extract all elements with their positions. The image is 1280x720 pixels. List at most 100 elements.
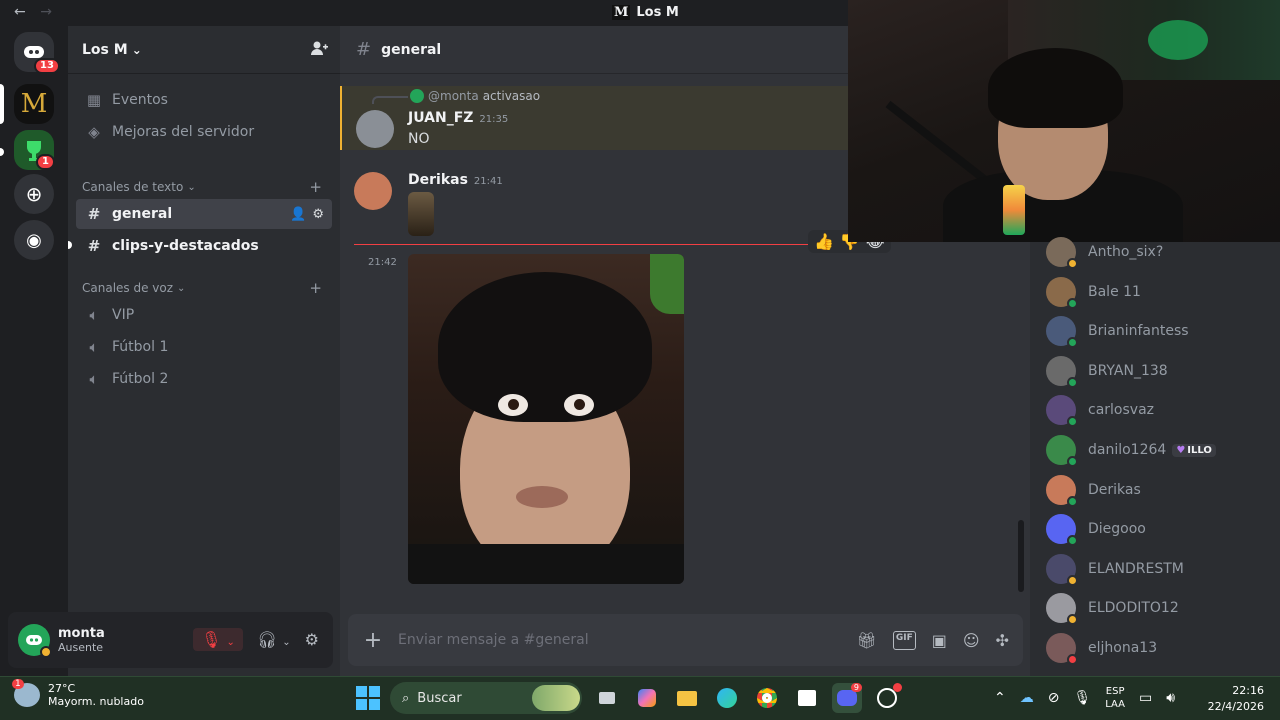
chevron-up-icon[interactable]: ⌃	[994, 690, 1006, 706]
avatar	[1046, 237, 1078, 269]
events-link[interactable]: ▦ Eventos	[76, 85, 332, 115]
invite-people-icon[interactable]	[310, 40, 328, 60]
keyboard-language[interactable]: ESP LAA	[1105, 685, 1125, 711]
member-name: danilo1264	[1088, 442, 1167, 458]
create-channel-plus-icon[interactable]: +	[309, 178, 322, 196]
message-author[interactable]: JUAN_FZ 21:35	[408, 110, 508, 126]
member-tag: ♥ ILLO	[1172, 443, 1216, 457]
task-view-icon[interactable]	[592, 683, 622, 713]
chat-scrollbar[interactable]	[1018, 520, 1024, 592]
weather-widget[interactable]: 1 27°C Mayorm. nublado	[12, 679, 144, 708]
reply-preview[interactable]: @monta activasao	[410, 89, 540, 103]
message-text: NO	[408, 131, 430, 147]
network-off-icon[interactable]: ⊘	[1048, 690, 1060, 706]
reply-text: activasao	[482, 89, 541, 103]
server-name: Los M	[82, 41, 128, 58]
member-item[interactable]: Diegooo	[1046, 511, 1146, 547]
search-label: Buscar	[417, 690, 462, 706]
microsoft-store-icon[interactable]	[792, 683, 822, 713]
user-settings-gear-icon[interactable]: ⚙	[305, 630, 319, 649]
member-name: ELANDRESTM	[1088, 560, 1184, 577]
avatar[interactable]	[354, 172, 392, 210]
member-item[interactable]: eljhona13	[1046, 630, 1157, 666]
notification-badge: 9	[850, 683, 862, 692]
webcam-green-light	[1148, 20, 1208, 60]
voice-channels-category[interactable]: Canales de voz ⌄ +	[82, 279, 322, 297]
chrome-browser-icon[interactable]	[752, 683, 782, 713]
microphone-icon[interactable]: 🎙︎	[1073, 690, 1091, 706]
member-name: BRYAN_138	[1088, 362, 1168, 379]
voice-channel-futbol-2[interactable]: 🔈︎ Fútbol 2	[76, 364, 332, 394]
composer-tools: 🎁︎ GIF ▣ ☺ ✣	[857, 630, 1023, 650]
gear-icon[interactable]: ⚙	[312, 207, 324, 222]
member-item[interactable]: ELANDRESTM	[1046, 551, 1184, 587]
discord-taskbar-icon[interactable]: 9	[832, 683, 862, 713]
server-header[interactable]: Los M ⌄	[68, 26, 340, 74]
member-item[interactable]: carlosvaz	[1046, 392, 1154, 428]
server-copa[interactable]: 1	[14, 130, 55, 170]
events-label: Eventos	[112, 92, 168, 108]
channel-general[interactable]: # general 👤 ⚙	[76, 199, 332, 229]
avatar[interactable]	[18, 624, 52, 658]
server-los-m[interactable]: M	[14, 84, 54, 124]
volume-icon[interactable]: 🔊︎	[1166, 690, 1175, 706]
taskbar-search[interactable]: ⌕ Buscar	[390, 682, 582, 714]
member-item[interactable]: Derikas	[1046, 472, 1141, 508]
member-item[interactable]: Brianinfantess	[1046, 313, 1189, 349]
unread-indicator	[68, 241, 72, 249]
chevron-down-icon: ⌄	[226, 637, 235, 648]
copilot-icon[interactable]	[632, 683, 662, 713]
add-server-button[interactable]: ⊕	[14, 174, 54, 214]
display-icon[interactable]: ▭	[1139, 690, 1152, 706]
back-arrow-icon[interactable]: ←	[14, 4, 26, 20]
member-item[interactable]: Bale 11	[1046, 274, 1141, 310]
explore-servers-button[interactable]: ◉	[14, 220, 54, 260]
deafen-button[interactable]: 🎧︎ ⌄	[257, 630, 291, 649]
cloud-icon: 1	[12, 679, 40, 707]
obs-icon[interactable]	[872, 683, 902, 713]
window-title: M Los M	[612, 5, 679, 20]
member-item[interactable]: BRYAN_138	[1046, 353, 1168, 389]
edge-browser-icon[interactable]	[712, 683, 742, 713]
channel-clips-y-destacados[interactable]: # clips-y-destacados	[76, 231, 332, 261]
chevron-down-icon: ⌄	[131, 42, 142, 57]
speaker-icon: 🔈︎	[89, 370, 99, 388]
voice-channel-futbol-1[interactable]: 🔈︎ Fútbol 1	[76, 332, 332, 362]
webcam-person-hair	[988, 48, 1123, 128]
attached-photo[interactable]	[408, 254, 684, 584]
tag-label: ILLO	[1187, 444, 1212, 456]
taskbar-clock[interactable]: 22:16 22/4/2026	[1204, 683, 1264, 715]
upload-plus-icon[interactable]: +	[348, 628, 398, 653]
voice-channel-vip[interactable]: 🔈︎ VIP	[76, 300, 332, 330]
message-author[interactable]: Derikas 21:41	[408, 172, 503, 188]
apps-icon[interactable]: ✣	[996, 631, 1009, 650]
message-input[interactable]: Enviar mensaje a #general	[398, 632, 857, 648]
user-info[interactable]: monta Ausente	[58, 626, 105, 654]
member-item[interactable]: ELDODITO12	[1046, 590, 1179, 626]
invite-icon[interactable]: 👤	[290, 207, 306, 222]
avatar	[1046, 395, 1078, 428]
member-item[interactable]: danilo1264 ♥ ILLO	[1046, 432, 1216, 468]
avatar[interactable]	[356, 110, 394, 148]
gif-button[interactable]: GIF	[892, 630, 916, 650]
sticker-icon[interactable]: ▣	[932, 631, 947, 650]
mention-message[interactable]: @monta activasao JUAN_FZ 21:35 NO	[340, 86, 850, 150]
create-channel-plus-icon[interactable]: +	[309, 279, 322, 297]
emoji-icon[interactable]: ☺	[963, 631, 980, 650]
message-timestamp: 21:41	[473, 176, 503, 187]
onedrive-cloud-icon[interactable]: ☁	[1020, 690, 1034, 706]
gift-icon[interactable]: 🎁︎	[857, 631, 877, 650]
window-title-text: Los M	[636, 5, 679, 20]
photo-background-plant	[650, 254, 684, 314]
server-boosts-link[interactable]: ◈ Mejoras del servidor	[76, 117, 332, 147]
thumbs-up-icon[interactable]: 👍	[814, 232, 834, 251]
mute-mic-button[interactable]: 🎙︎ ⌄	[193, 628, 243, 651]
sticker-image[interactable]	[408, 192, 434, 236]
text-channels-category[interactable]: Canales de texto ⌄ +	[82, 178, 322, 196]
forward-arrow-icon[interactable]: →	[40, 4, 52, 20]
direct-messages-button[interactable]: 13	[14, 32, 60, 74]
windows-start-icon[interactable]	[356, 686, 380, 710]
avatar	[1046, 514, 1078, 547]
file-explorer-icon[interactable]	[672, 683, 702, 713]
member-item[interactable]: Antho_six?	[1046, 234, 1163, 270]
